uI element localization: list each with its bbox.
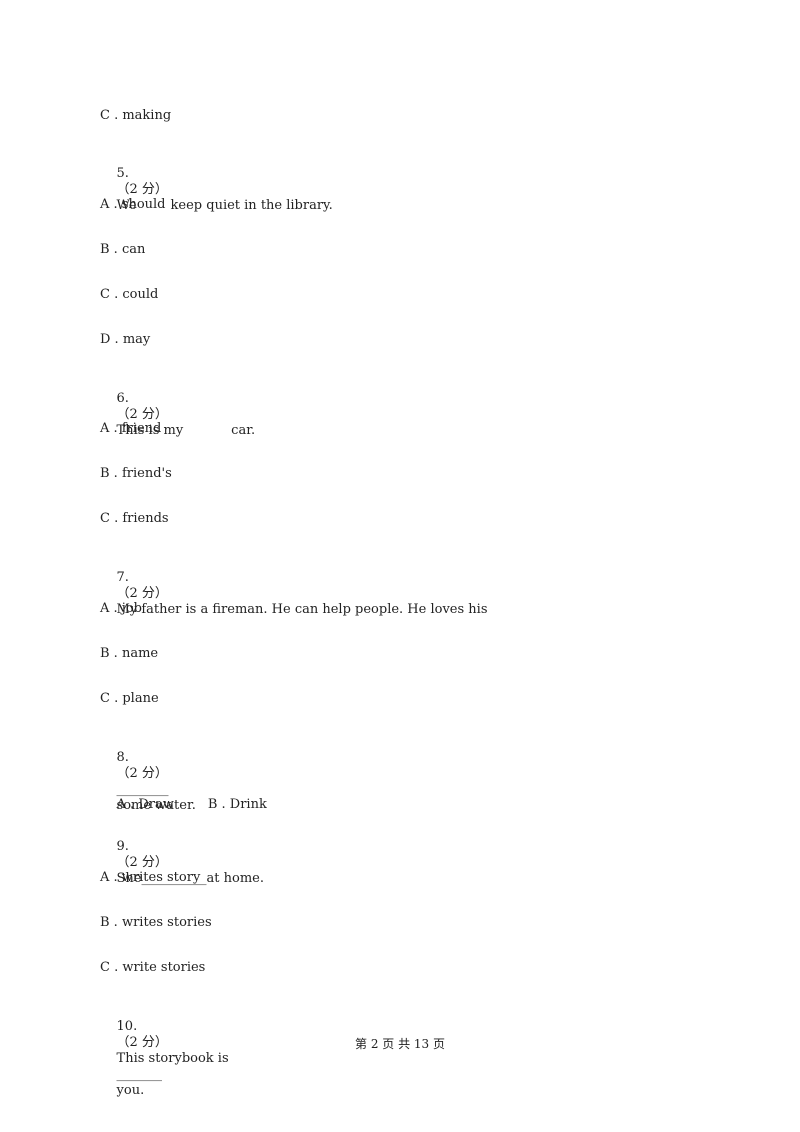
q8-option-b: B . Drink	[207, 797, 267, 812]
question-number: 9.	[116, 839, 129, 854]
q5-option-d: D . may	[100, 332, 151, 347]
question-text: My father is a fireman. He can help peop…	[116, 602, 488, 617]
question-number: 5.	[116, 166, 129, 181]
question-score: （2 分）	[116, 407, 168, 422]
q6-option-c: C . friends	[100, 511, 169, 526]
q7-option-b: B . name	[100, 646, 159, 661]
question-text-post: at home.	[206, 871, 264, 886]
q7-option-a: A . job	[100, 601, 142, 616]
q5-option-c: C . could	[100, 287, 159, 302]
question-text-post: you.	[116, 1083, 145, 1098]
question-text-pre: This storybook is	[116, 1051, 229, 1066]
q9-option-c: C . write stories	[100, 960, 206, 975]
question-6: 6. （2 分） This is my car.	[100, 375, 256, 455]
page-footer: 第 2 页 共 13 页	[355, 1037, 445, 1051]
question-score: （2 分）	[116, 182, 168, 197]
question-number: 8.	[116, 750, 129, 765]
question-5: 5. （2 分） We keep quiet in the library.	[100, 150, 333, 230]
question-text-post: keep quiet in the library.	[170, 198, 333, 213]
question-10: 10. （2 分） This storybook is _______ you.	[100, 1003, 229, 1115]
question-9: 9. （2 分） She__________at home.	[100, 823, 264, 903]
q7-option-c: C . plane	[100, 691, 159, 706]
answer-blank: _______	[116, 1067, 163, 1082]
q5-option-a: A . should	[100, 197, 166, 212]
question-score: （2 分）	[116, 586, 168, 601]
q4-option-c: C . making	[100, 108, 172, 123]
q6-option-b: B . friend's	[100, 466, 172, 481]
q6-option-a: A . friend	[100, 421, 162, 436]
question-number: 10.	[116, 1019, 138, 1034]
q8-option-a: A . Draw	[116, 797, 174, 812]
question-7: 7. （2 分） My father is a fireman. He can …	[100, 554, 488, 634]
question-number: 7.	[116, 570, 129, 585]
question-number: 6.	[116, 391, 129, 406]
question-score: （2 分）	[116, 766, 168, 781]
q8-options: A . Draw B . Drink	[100, 781, 267, 829]
q5-option-b: B . can	[100, 242, 146, 257]
q9-option-a: A . writes story	[100, 870, 201, 885]
q9-option-b: B . writes stories	[100, 915, 212, 930]
question-score: （2 分）	[116, 855, 168, 870]
question-text-post: car.	[231, 423, 256, 438]
